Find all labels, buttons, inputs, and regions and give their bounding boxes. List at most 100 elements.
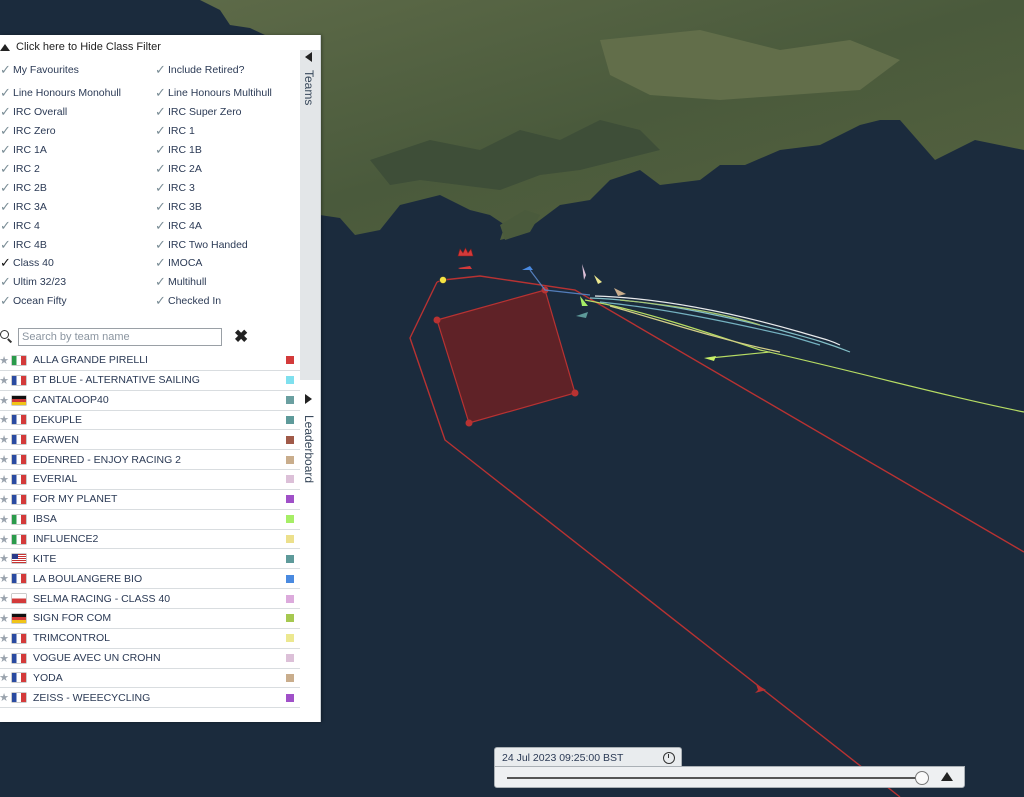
team-row[interactable]: ★ EVERIAL: [0, 470, 300, 490]
team-name: SIGN FOR COM: [33, 612, 112, 625]
team-row[interactable]: ★ SELMA RACING - CLASS 40: [0, 589, 300, 609]
team-row[interactable]: ★ BT BLUE - ALTERNATIVE SAILING: [0, 371, 300, 391]
team-row[interactable]: ★ CANTALOOP40: [0, 391, 300, 411]
timeline-expand-icon[interactable]: [941, 772, 953, 781]
favourite-star-icon[interactable]: ★: [0, 374, 10, 387]
class-filter-item[interactable]: ✓ IRC 4: [0, 213, 155, 232]
favourite-star-icon[interactable]: ★: [0, 533, 10, 546]
class-filter-label: IRC 3: [168, 181, 195, 194]
collapse-teams-arrow-icon[interactable]: [305, 52, 312, 62]
class-filter-item[interactable]: ✓ My Favourites: [0, 57, 155, 76]
checkmark-icon: ✓: [155, 160, 166, 176]
class-filter-item[interactable]: ✓ IRC Zero: [0, 118, 155, 137]
class-filter-item[interactable]: ✓ IRC 3: [155, 175, 300, 194]
favourite-star-icon[interactable]: ★: [0, 493, 10, 506]
country-flag-icon: [12, 395, 26, 405]
clock-icon[interactable]: [663, 752, 675, 764]
class-filter-item[interactable]: ✓ Line Honours Multihull: [155, 76, 300, 99]
team-color-swatch: [286, 654, 294, 663]
class-filter-item[interactable]: ✓ IRC 3A: [0, 194, 155, 213]
checkmark-icon: ✓: [0, 236, 11, 252]
class-filter-label: IRC Zero: [13, 125, 56, 138]
checkmark-icon: ✓: [0, 217, 11, 233]
favourite-star-icon[interactable]: ★: [0, 691, 10, 704]
class-filter-item[interactable]: ✓ Include Retired?: [155, 57, 300, 76]
class-filter-item[interactable]: ✓ IRC 2A: [155, 156, 300, 175]
team-name: DEKUPLE: [33, 413, 83, 426]
country-flag-icon: [12, 693, 26, 703]
team-row[interactable]: ★ TRIMCONTROL: [0, 629, 300, 649]
class-filter-item[interactable]: ✓ IRC 2: [0, 156, 155, 175]
team-color-swatch: [286, 554, 294, 563]
class-filter-item[interactable]: ✓ IRC 1: [155, 118, 300, 137]
team-row[interactable]: ★ YODA: [0, 669, 300, 689]
team-row[interactable]: ★ VOGUE AVEC UN CROHN: [0, 649, 300, 669]
favourite-star-icon[interactable]: ★: [0, 473, 10, 486]
checkmark-icon: ✓: [0, 160, 11, 176]
class-filter-item[interactable]: ✓ IRC 4B: [0, 232, 155, 251]
class-filter-label: Line Honours Monohull: [13, 87, 121, 100]
checkmark-icon: ✓: [155, 179, 166, 195]
team-color-swatch: [286, 475, 294, 484]
country-flag-icon: [12, 574, 26, 584]
team-row[interactable]: ★ ZEISS - WEEECYCLING: [0, 688, 300, 709]
start-marker: [439, 276, 447, 284]
team-name: TRIMCONTROL: [33, 632, 110, 645]
class-filter-item[interactable]: ✓ IMOCA: [155, 251, 300, 269]
class-filter-toggle[interactable]: Click here to Hide Class Filter: [0, 41, 161, 53]
favourite-star-icon[interactable]: ★: [0, 413, 10, 426]
class-filter-item[interactable]: ✓ IRC Two Handed: [155, 232, 300, 251]
favourite-star-icon[interactable]: ★: [0, 652, 10, 665]
team-row[interactable]: ★ FOR MY PLANET: [0, 490, 300, 510]
class-filter-toggle-label: Click here to Hide Class Filter: [16, 41, 161, 53]
favourite-star-icon[interactable]: ★: [0, 572, 10, 585]
class-filter-label: Include Retired?: [168, 63, 245, 76]
class-filter-item[interactable]: ✓ Ultim 32/23: [0, 269, 155, 288]
tab-teams[interactable]: Teams: [302, 70, 316, 105]
class-filter-item[interactable]: ✓ IRC Super Zero: [155, 99, 300, 118]
favourite-star-icon[interactable]: ★: [0, 671, 10, 684]
class-filter-item[interactable]: ✓ Ocean Fifty: [0, 288, 155, 307]
team-color-swatch: [286, 574, 294, 583]
team-row[interactable]: ★ IBSA: [0, 510, 300, 530]
expand-leaderboard-arrow-icon[interactable]: [305, 394, 312, 404]
class-filter-label: My Favourites: [13, 63, 79, 76]
class-filter-item[interactable]: ✓ Multihull: [155, 269, 300, 288]
tab-leaderboard[interactable]: Leaderboard: [302, 415, 316, 483]
class-filter-item[interactable]: ✓ Line Honours Monohull: [0, 76, 155, 100]
team-row[interactable]: ★ KITE: [0, 549, 300, 570]
favourite-star-icon[interactable]: ★: [0, 612, 10, 625]
favourite-star-icon[interactable]: ★: [0, 394, 10, 407]
timeline-track[interactable]: [507, 777, 925, 779]
team-color-swatch: [286, 415, 294, 424]
team-row[interactable]: ★ DEKUPLE: [0, 411, 300, 431]
favourite-star-icon[interactable]: ★: [0, 354, 10, 367]
class-filter-item[interactable]: ✓ IRC Overall: [0, 99, 155, 118]
class-filter-label: Checked In: [168, 295, 222, 308]
class-filter-item[interactable]: ✓ IRC 2B: [0, 175, 155, 194]
class-filter-item[interactable]: ✓ IRC 3B: [155, 194, 300, 213]
class-filter-item[interactable]: ✓ Checked In: [155, 288, 300, 307]
favourite-star-icon[interactable]: ★: [0, 552, 10, 565]
class-filter-item[interactable]: ✓ Class 40: [0, 251, 155, 269]
favourite-star-icon[interactable]: ★: [0, 513, 10, 526]
favourite-star-icon[interactable]: ★: [0, 433, 10, 446]
favourite-star-icon[interactable]: ★: [0, 592, 10, 605]
team-row[interactable]: ★ EDENRED - ENJOY RACING 2: [0, 450, 300, 471]
class-filter-item[interactable]: ✓ IRC 1A: [0, 137, 155, 156]
team-row[interactable]: ★ SIGN FOR COM: [0, 609, 300, 629]
team-row[interactable]: ★ EARWEN: [0, 430, 300, 451]
close-icon[interactable]: ✖: [234, 328, 248, 345]
team-row[interactable]: ★ LA BOULANGERE BIO: [0, 569, 300, 590]
team-search-input[interactable]: [18, 328, 222, 346]
team-row[interactable]: ★ INFLUENCE2: [0, 530, 300, 550]
favourite-star-icon[interactable]: ★: [0, 453, 10, 466]
country-flag-icon: [12, 494, 26, 504]
class-filter-item[interactable]: ✓ IRC 1B: [155, 137, 300, 156]
class-filter-item[interactable]: ✓ IRC 4A: [155, 213, 300, 232]
favourite-star-icon[interactable]: ★: [0, 632, 10, 645]
timeline-thumb[interactable]: [914, 771, 929, 785]
timeline-slider[interactable]: [494, 766, 965, 788]
team-row[interactable]: ★ ALLA GRANDE PIRELLI: [0, 351, 300, 371]
checkmark-icon: ✓: [0, 142, 11, 158]
